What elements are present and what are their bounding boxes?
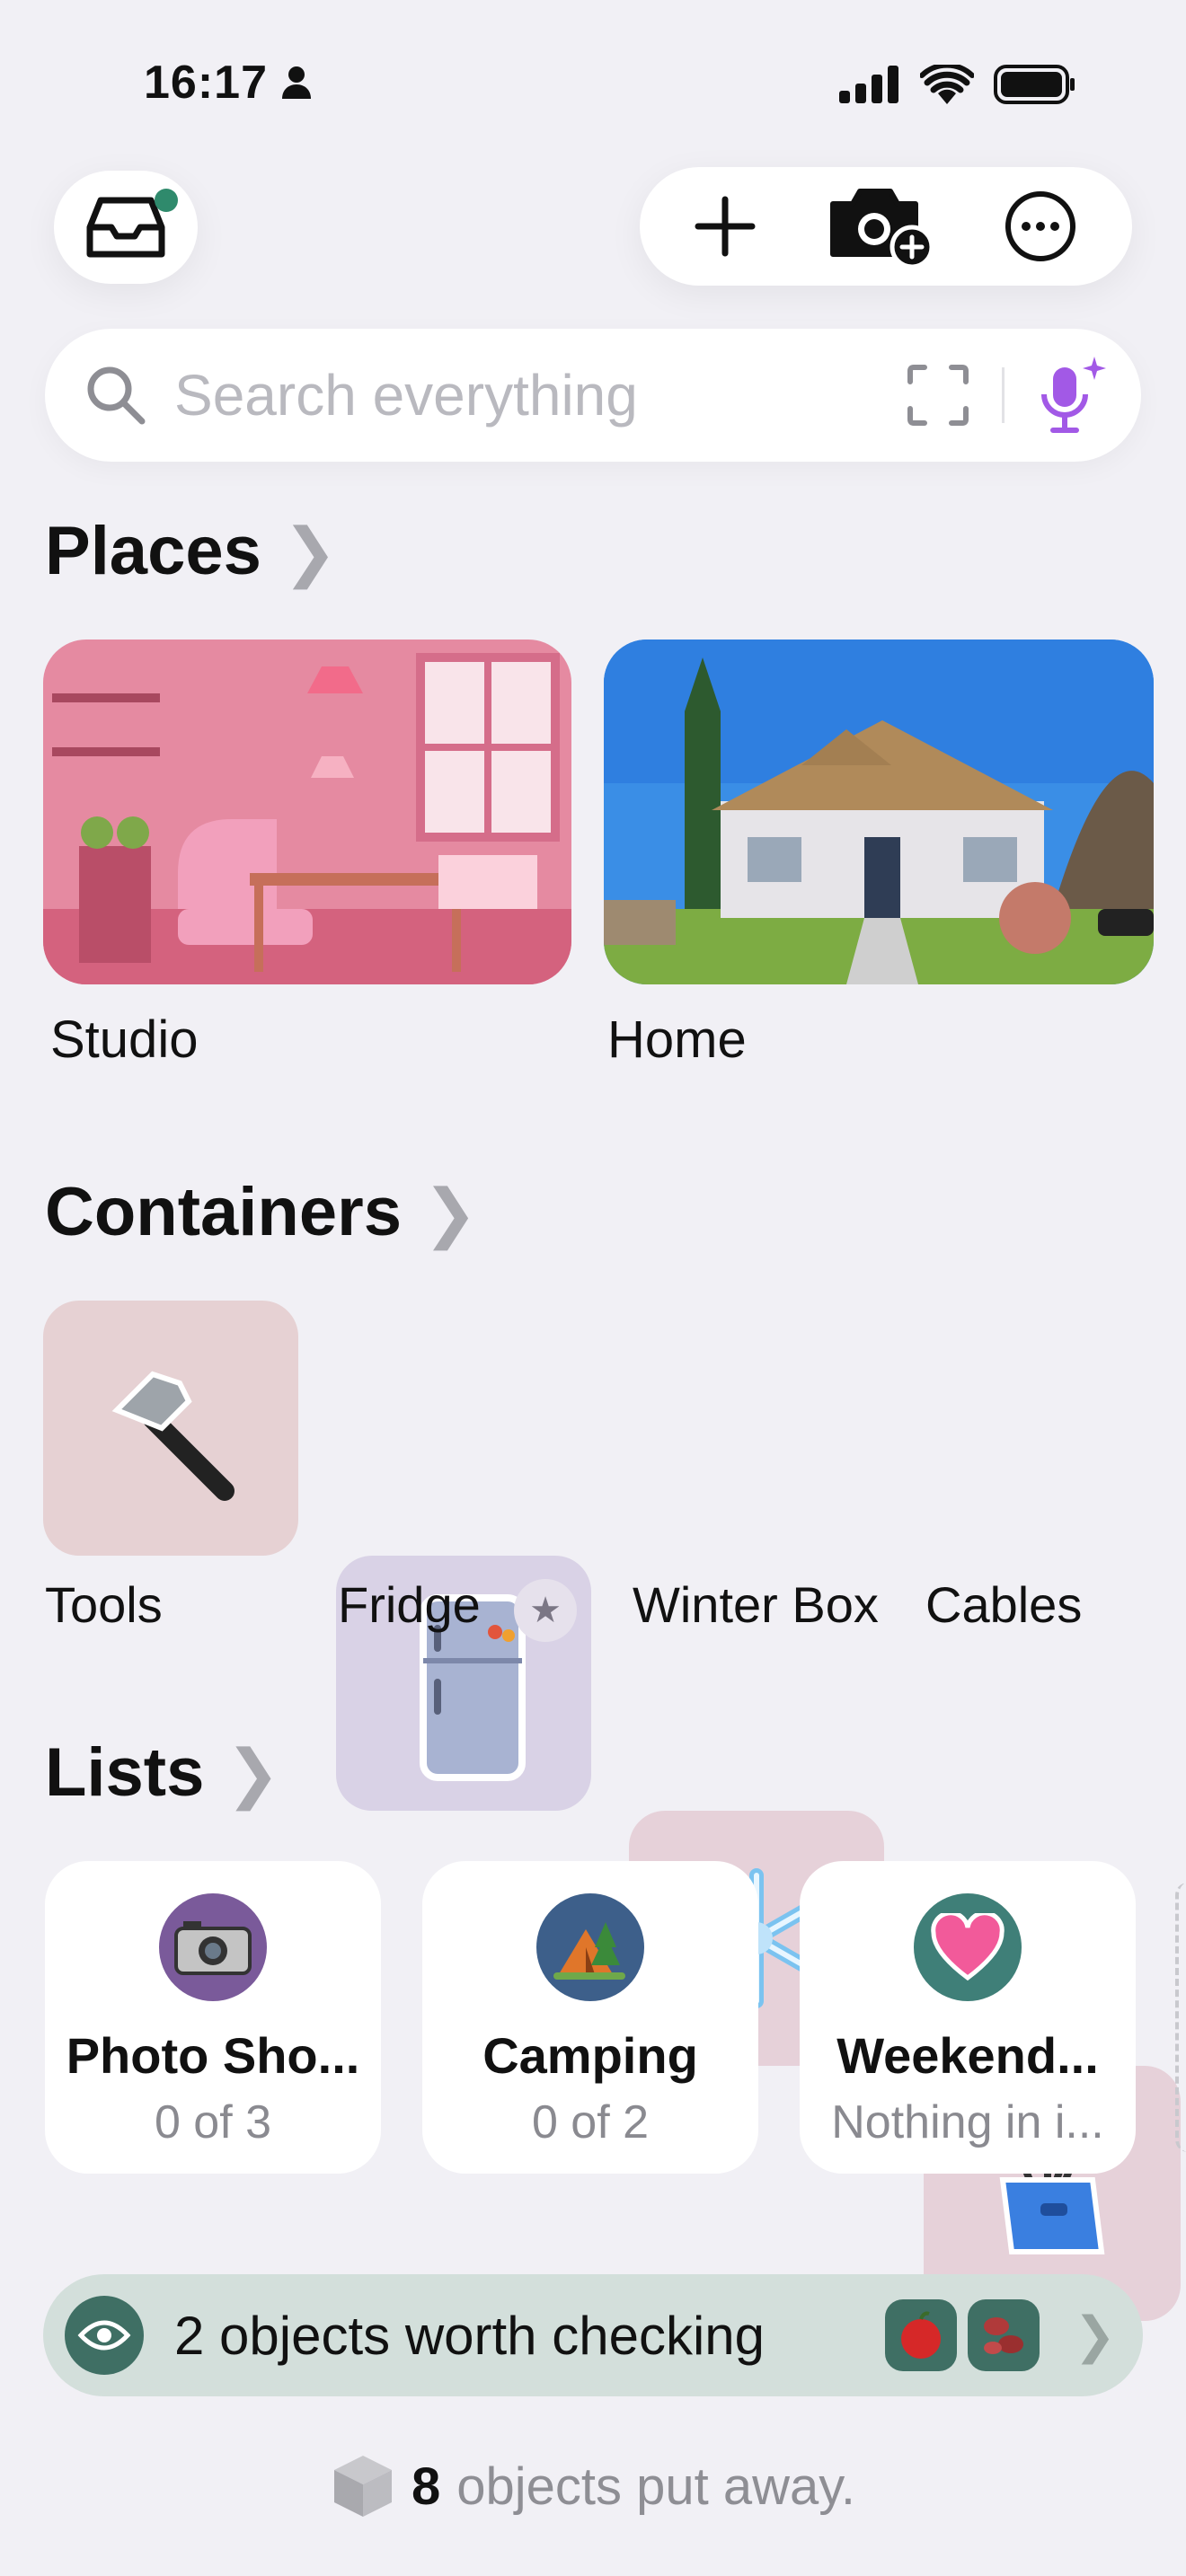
tent-icon: [536, 1893, 644, 2001]
list-title: Camping: [482, 2027, 698, 2084]
objects-worth-checking-bar[interactable]: 2 objects worth checking ❯: [43, 2274, 1143, 2396]
inbox-button[interactable]: [54, 171, 198, 284]
camera-icon: [159, 1893, 267, 2001]
add-list-placeholder[interactable]: [1175, 1883, 1186, 2152]
eye-icon: [65, 2296, 144, 2375]
add-icon[interactable]: [694, 195, 757, 258]
status-icons: [839, 65, 1076, 104]
studio-image: [43, 640, 571, 984]
chevron-right-icon: ❯: [226, 1737, 280, 1810]
chevron-right-icon: ❯: [282, 516, 338, 588]
cube-icon: [333, 2456, 392, 2517]
battery-icon: [994, 65, 1075, 104]
list-card-camping[interactable]: Camping 0 of 2: [422, 1861, 758, 2174]
objects-put-away-footer: 8 objects put away.: [0, 2452, 1186, 2520]
objects-count: 8: [411, 2457, 441, 2516]
more-icon[interactable]: [1003, 189, 1078, 264]
person-icon: [282, 66, 311, 99]
containers-header[interactable]: Containers ❯: [45, 1173, 477, 1251]
place-label-studio: Studio: [50, 1010, 199, 1069]
action-bar: [640, 167, 1132, 286]
lists-header[interactable]: Lists ❯: [45, 1734, 280, 1812]
places-header[interactable]: Places ❯: [45, 512, 337, 590]
chevron-right-icon: ❯: [422, 1177, 478, 1249]
places-title: Places: [45, 513, 261, 589]
list-card-photo-shoot[interactable]: Photo Sho... 0 of 3: [45, 1861, 381, 2174]
container-tile-tools[interactable]: [43, 1301, 298, 1556]
list-title: Photo Sho...: [66, 2027, 360, 2084]
notification-dot: [155, 189, 178, 212]
star-badge-icon: ★: [514, 1579, 577, 1642]
containers-title: Containers: [45, 1174, 402, 1250]
search-input[interactable]: Search everything: [174, 362, 907, 428]
apple-icon: [885, 2299, 958, 2371]
search-bar[interactable]: Search everything: [45, 329, 1141, 462]
heart-icon: [914, 1893, 1022, 2001]
container-label-fridge: Fridge: [338, 1576, 481, 1633]
hammer-icon: [111, 1371, 235, 1501]
search-icon: [87, 366, 146, 425]
list-subtitle: 0 of 2: [531, 2096, 650, 2148]
objects-text: objects put away.: [456, 2457, 856, 2516]
chevron-right-icon: ❯: [1074, 2307, 1116, 2363]
signal-icon: [839, 66, 898, 103]
microphone-sparkle-icon[interactable]: [1037, 355, 1109, 436]
container-label-cables: Cables: [925, 1576, 1083, 1633]
status-time: 16:17: [144, 56, 313, 110]
list-card-weekend[interactable]: Weekend... Nothing in i...: [800, 1861, 1136, 2174]
search-divider: [1002, 367, 1005, 423]
container-label-tools: Tools: [45, 1576, 163, 1633]
list-title: Weekend...: [836, 2027, 1099, 2084]
list-subtitle: Nothing in i...: [831, 2096, 1104, 2148]
place-card-home[interactable]: [604, 640, 1154, 984]
checking-text: 2 objects worth checking: [174, 2305, 766, 2366]
scan-icon[interactable]: [907, 364, 969, 427]
place-card-studio[interactable]: [43, 640, 571, 984]
camera-add-icon[interactable]: [826, 184, 934, 269]
place-label-home: Home: [607, 1010, 747, 1069]
container-label-winter-box: Winter Box: [633, 1576, 879, 1633]
home-image: [604, 640, 1154, 984]
beans-icon: [968, 2299, 1040, 2371]
wifi-icon: [920, 65, 974, 104]
list-subtitle: 0 of 3: [154, 2096, 272, 2148]
lists-title: Lists: [45, 1734, 205, 1811]
